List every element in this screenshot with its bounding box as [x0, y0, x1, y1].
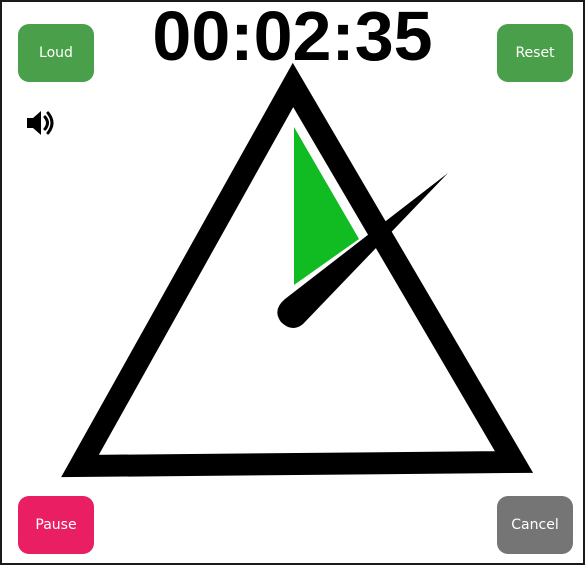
pause-button[interactable]: Pause — [18, 496, 94, 554]
cancel-button[interactable]: Cancel — [497, 496, 573, 554]
loud-button[interactable]: Loud — [18, 24, 94, 82]
triangle-dial-outline — [61, 62, 534, 478]
timer-app: 00:02:35 Loud Reset Pause Cancel — [0, 0, 585, 565]
timer-dial — [61, 62, 534, 478]
reset-button[interactable]: Reset — [497, 24, 573, 82]
clock-hand — [277, 173, 448, 329]
progress-wedge — [294, 127, 359, 285]
volume-icon[interactable] — [24, 106, 58, 140]
